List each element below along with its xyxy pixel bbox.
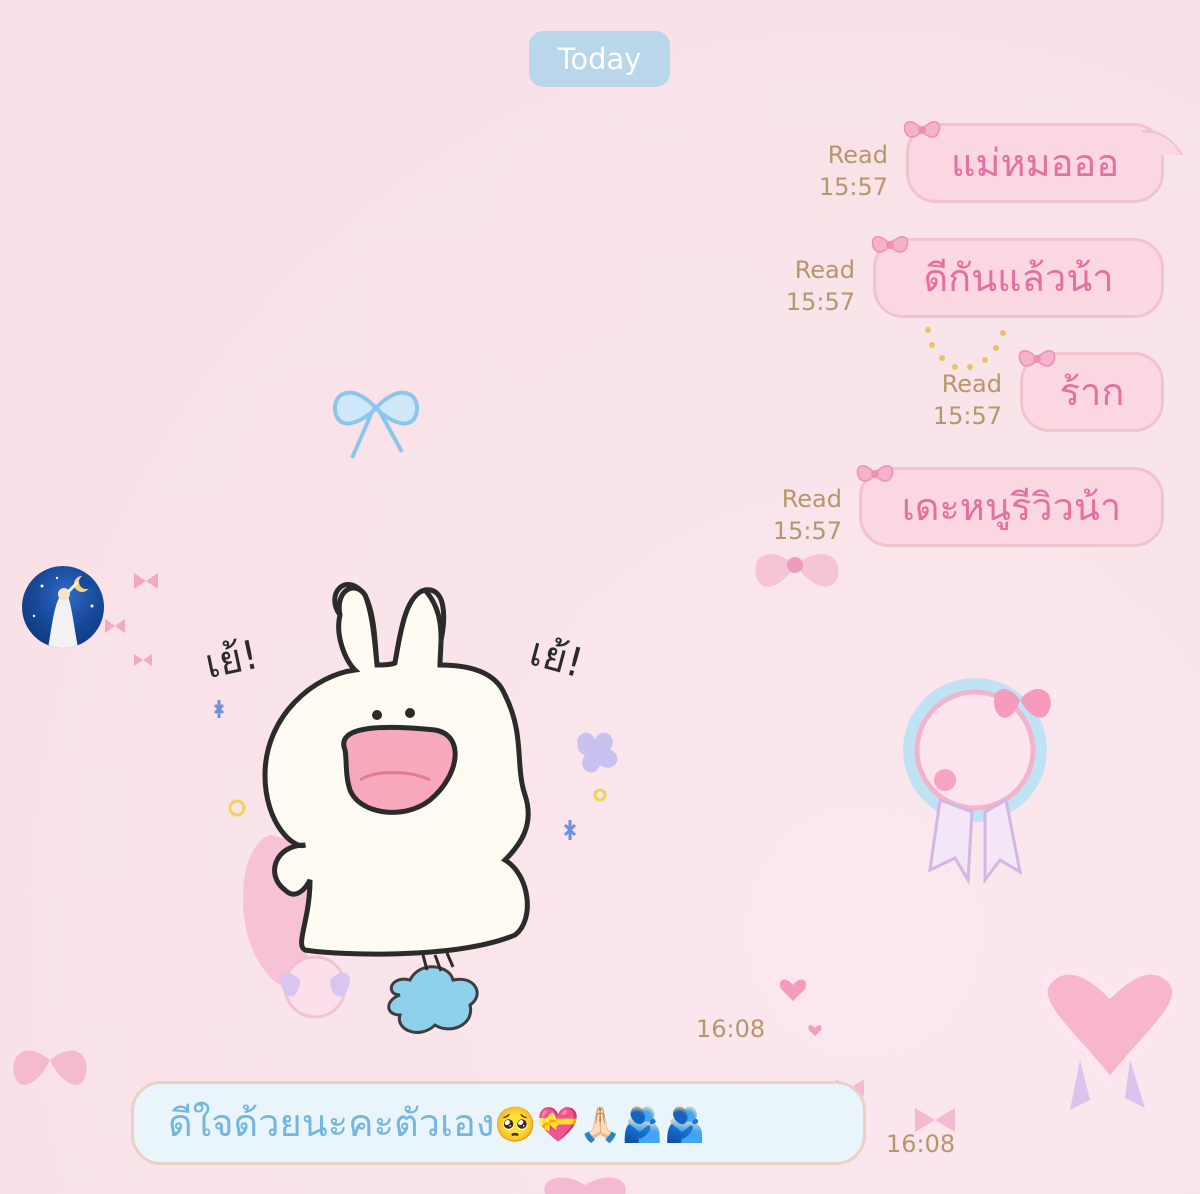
small-pink-bow-icon (105, 573, 158, 666)
read-status: Read (827, 141, 888, 169)
message-time: 15:57 (818, 173, 888, 201)
polka-bow-icon (755, 554, 839, 587)
blue-bow-icon (332, 390, 420, 459)
small-hearts-icon (779, 979, 822, 1036)
incoming-message-bubble[interactable]: ดีใจด้วยนะคะตัวเอง🥺💝🙏🏻🫂🫂 (131, 1081, 866, 1165)
message-text: ดีกันแล้วน้า (923, 256, 1114, 300)
outgoing-message-bubble[interactable]: แม่หมอออ (906, 123, 1184, 203)
rosette-badge-icon (903, 678, 1051, 885)
message-text: เดะหนูรีวิวน้า (901, 485, 1122, 529)
read-status: Read (781, 485, 842, 513)
bubble-bow-icon (1018, 350, 1056, 367)
message-text: ดีใจด้วยนะคะตัวเอง (168, 1101, 495, 1145)
bubble-bow-icon (871, 236, 909, 253)
read-receipt: Read 15:57 (808, 139, 888, 203)
bubble-bow-icon (856, 465, 894, 482)
read-status: Read (941, 370, 1002, 398)
outgoing-message-bubble[interactable]: เดะหนูรีวิวน้า (859, 467, 1164, 547)
message-time: 16:08 (886, 1130, 956, 1158)
message-text: ร้าก (1059, 370, 1125, 414)
message-time: 15:57 (772, 517, 842, 545)
read-receipt: Read 15:57 (922, 368, 1002, 432)
message-time: 15:57 (785, 288, 855, 316)
read-receipt: Read 15:57 (775, 254, 855, 318)
read-receipt: Read 15:57 (762, 483, 842, 547)
gold-dotted-heart-icon (925, 327, 1006, 370)
bubble-bow-icon (903, 121, 941, 138)
date-divider: Today (529, 31, 670, 87)
message-text: แม่หมอออ (950, 141, 1120, 185)
avatar-image-icon (32, 575, 94, 648)
heart-rosette-icon (1041, 968, 1179, 1110)
message-time: 15:57 (932, 402, 1002, 430)
message-emojis: 🥺💝🙏🏻🫂🫂 (494, 1105, 707, 1145)
sticker-image[interactable]: เย้! เย้! (195, 575, 635, 1055)
contact-avatar[interactable] (22, 566, 104, 648)
outgoing-message-bubble[interactable]: ดีกันแล้วน้า (873, 238, 1164, 318)
read-status: Read (794, 256, 855, 284)
sticker-time: 16:08 (696, 1015, 766, 1043)
